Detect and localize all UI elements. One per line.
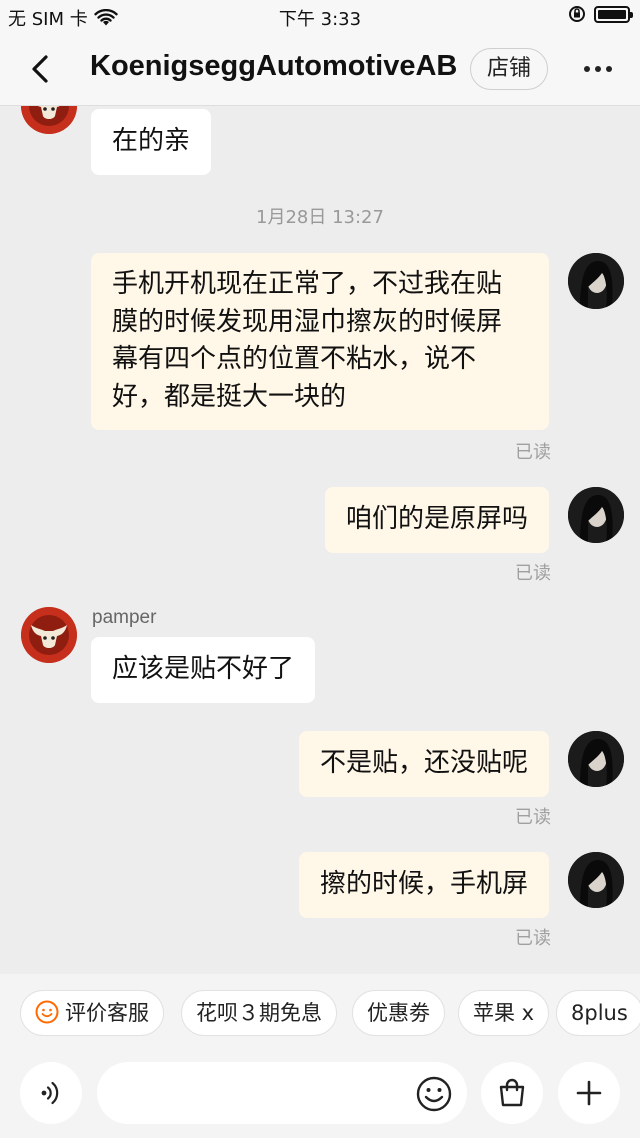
quick-reply-iphone-x[interactable]: 苹果 x: [458, 990, 550, 1036]
message-bubble[interactable]: 应该是贴不好了: [91, 637, 316, 703]
chip-label: 花呗３期免息: [196, 1001, 322, 1025]
user-photo-icon: [568, 253, 624, 309]
quick-reply-8plus[interactable]: 8plus: [556, 990, 640, 1036]
bull-logo-icon: [21, 106, 77, 134]
bull-logo-icon: [21, 607, 77, 663]
message-bubble[interactable]: 手机开机现在正常了，不过我在贴 膜的时候发现用湿巾擦灰的时候屏 幕有四个点的位置…: [91, 253, 549, 430]
quick-reply-huabei[interactable]: 花呗３期免息: [181, 990, 337, 1036]
read-status: 已读: [515, 928, 551, 949]
message-line: 好，都是挺大一块的: [112, 381, 347, 412]
quick-reply-coupon[interactable]: 优惠劵: [352, 990, 445, 1036]
user-avatar[interactable]: [568, 487, 624, 543]
orientation-lock-icon: [569, 6, 585, 22]
shop-avatar[interactable]: [21, 106, 77, 134]
emoji-button[interactable]: [416, 1076, 452, 1112]
message-text: 不是贴，还没贴呢: [319, 748, 528, 778]
nav-bar: KoenigseggAutomotiveAB 店铺: [0, 32, 640, 106]
shop-button[interactable]: 店铺: [470, 48, 548, 90]
smile-circle-icon: [35, 1000, 59, 1024]
more-dots-icon[interactable]: [584, 59, 618, 79]
status-right: [568, 5, 633, 23]
smiley-icon: [416, 1076, 452, 1112]
input-bar: [0, 1050, 640, 1138]
more-dot: [595, 66, 601, 72]
message-bubble[interactable]: 擦的时候，手机屏: [298, 852, 549, 918]
message-text: 咱们的是原屏吗: [345, 504, 528, 534]
message-bubble[interactable]: 不是贴，还没贴呢: [298, 731, 549, 797]
status-bar: 无 SIM 卡 下午 3:33: [0, 0, 640, 32]
sender-name: pamper: [92, 607, 157, 628]
chip-label: 苹果 x: [473, 1001, 535, 1025]
message-line: 幕有四个点的位置不粘水，说不: [112, 344, 477, 374]
user-photo-icon: [568, 852, 624, 908]
message-bubble[interactable]: 在的亲: [91, 109, 212, 175]
message-text: 擦的时候，手机屏: [319, 869, 528, 899]
chat-area[interactable]: 在的亲 1月28日 13:27 手机开机现在正常了，不过我在贴 膜的时候发现用湿…: [0, 106, 640, 974]
page-title: KoenigseggAutomotiveAB: [90, 50, 458, 82]
voice-button[interactable]: [20, 1062, 82, 1124]
shop-avatar[interactable]: [21, 607, 77, 663]
read-status: 已读: [515, 807, 551, 828]
read-status: 已读: [515, 563, 551, 584]
status-time: 下午 3:33: [278, 9, 362, 30]
voice-icon: [41, 1081, 59, 1105]
user-photo-icon: [568, 487, 624, 543]
message-input[interactable]: [97, 1062, 467, 1124]
plus-button[interactable]: [558, 1062, 620, 1124]
user-avatar[interactable]: [568, 253, 624, 309]
more-dot: [584, 66, 590, 72]
chevron-left-icon: [32, 55, 48, 83]
message-text: 应该是贴不好了: [112, 654, 295, 684]
message-text: 在的亲: [112, 126, 191, 156]
shopping-bag-button[interactable]: [481, 1062, 543, 1124]
battery-icon: [594, 5, 633, 23]
quick-reply-rate-service[interactable]: 评价客服: [20, 990, 164, 1036]
message-bubble[interactable]: 咱们的是原屏吗: [324, 487, 549, 553]
message-line: 膜的时候发现用湿巾擦灰的时候屏: [112, 306, 503, 337]
chip-label: 8plus: [571, 1001, 628, 1025]
chip-label: 评价客服: [65, 1001, 149, 1025]
message-line: 手机开机现在正常了，不过我在贴: [112, 269, 503, 299]
chip-label: 优惠劵: [367, 1001, 430, 1025]
user-photo-icon: [568, 731, 624, 787]
read-status: 已读: [515, 442, 551, 463]
user-avatar[interactable]: [568, 731, 624, 787]
more-dot: [606, 66, 612, 72]
shopping-bag-icon: [499, 1078, 525, 1107]
user-avatar[interactable]: [568, 852, 624, 908]
back-button[interactable]: [26, 52, 56, 86]
timestamp: 1月28日 13:27: [256, 207, 384, 228]
plus-icon: [576, 1080, 602, 1106]
quick-reply-bar[interactable]: 评价客服 花呗３期免息 优惠劵 苹果 x 8plus: [0, 974, 640, 1050]
